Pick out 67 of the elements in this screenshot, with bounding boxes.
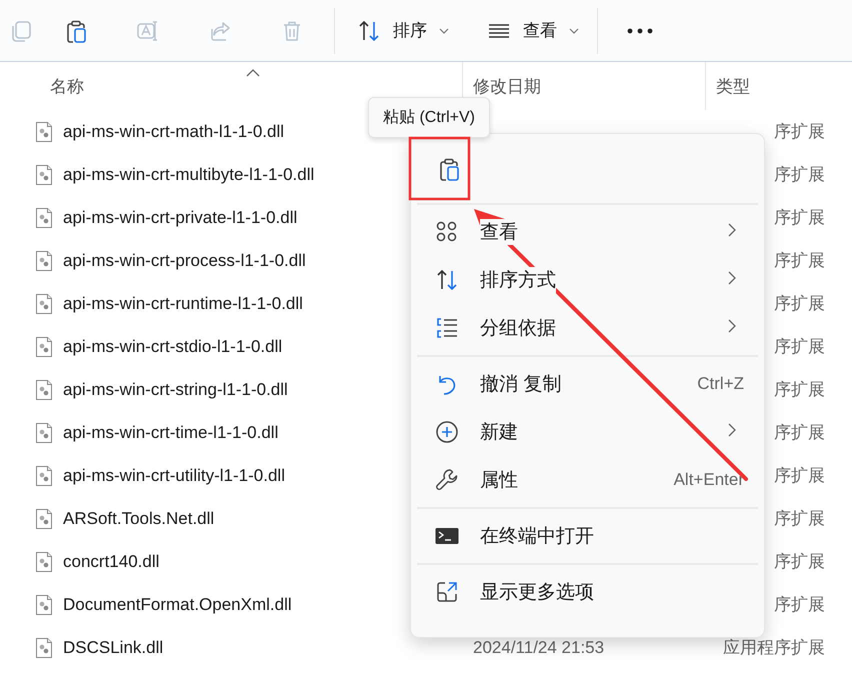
type-cell: 序扩展 <box>774 595 825 614</box>
file-name[interactable]: concrt140.dll <box>63 552 160 572</box>
type-cell: 序扩展 <box>774 251 825 270</box>
shortcut-label: Ctrl+Z <box>697 374 744 394</box>
file-name[interactable]: DocumentFormat.OpenXml.dll <box>63 594 292 614</box>
file-icon <box>35 164 53 186</box>
file-icon <box>35 422 53 444</box>
group-list-icon <box>435 316 459 340</box>
file-name[interactable]: api-ms-win-crt-time-l1-1-0.dll <box>63 422 278 442</box>
menu-item[interactable]: 新建 <box>415 408 760 456</box>
file-name[interactable]: api-ms-win-crt-multibyte-l1-1-0.dll <box>63 164 314 184</box>
type-cell: 序扩展 <box>774 380 825 399</box>
file-name[interactable]: api-ms-win-crt-runtime-l1-1-0.dll <box>63 294 303 314</box>
file-name[interactable]: api-ms-win-crt-stdio-l1-1-0.dll <box>63 336 282 356</box>
menu-item[interactable]: 排序方式 <box>415 256 760 304</box>
menu-item[interactable]: 属性 Alt+Enter <box>415 456 760 504</box>
view-menu-button[interactable]: 查看 <box>477 8 589 52</box>
file-icon <box>35 464 53 486</box>
sort-menu-button[interactable]: 排序 <box>347 8 459 52</box>
sort-icon <box>357 18 381 42</box>
file-name[interactable]: api-ms-win-crt-math-l1-1-0.dll <box>63 122 284 142</box>
shortcut-label: Alt+Enter <box>674 470 744 490</box>
file-name[interactable]: api-ms-win-crt-string-l1-1-0.dll <box>63 380 288 400</box>
file-icon <box>35 292 53 314</box>
paste-icon <box>437 157 461 181</box>
type-cell: 序扩展 <box>774 466 825 485</box>
file-icon <box>35 336 53 358</box>
file-icon <box>35 250 53 272</box>
chevron-down-icon <box>569 28 579 34</box>
file-name[interactable]: DSCSLink.dll <box>63 638 164 658</box>
file-icon <box>35 508 53 530</box>
type-cell: 应用程序扩展 <box>723 638 825 657</box>
type-cell: 序扩展 <box>774 337 825 356</box>
open-external-icon <box>435 580 459 604</box>
file-icon <box>35 550 53 572</box>
file-name[interactable]: api-ms-win-crt-process-l1-1-0.dll <box>63 250 306 270</box>
file-icon <box>35 120 53 142</box>
plus-circle-icon <box>435 420 459 444</box>
type-cell: 序扩展 <box>774 294 825 313</box>
file-icon <box>35 206 53 228</box>
type-cell: 序扩展 <box>774 165 825 184</box>
type-cell: 序扩展 <box>774 423 825 442</box>
file-name[interactable]: ARSoft.Tools.Net.dll <box>63 508 214 528</box>
type-cell: 序扩展 <box>774 552 825 571</box>
type-cell: 序扩展 <box>774 208 825 227</box>
paste-icon <box>64 18 88 42</box>
tooltip: 粘贴 (Ctrl+V) <box>368 97 490 138</box>
menu-item[interactable]: 在终端中打开 <box>415 512 760 560</box>
menu-item[interactable]: 撤消 复制 Ctrl+Z <box>415 360 760 408</box>
rename-icon <box>136 18 160 42</box>
type-cell: 序扩展 <box>774 122 825 141</box>
file-icon <box>35 594 53 616</box>
grid-icon <box>435 220 459 244</box>
menu-item[interactable]: 分组依据 <box>415 304 760 352</box>
chevron-down-icon <box>439 28 449 34</box>
file-name[interactable]: api-ms-win-crt-private-l1-1-0.dll <box>63 208 298 228</box>
date-cell: 2024/11/24 21:53 <box>473 638 604 656</box>
sort-icon <box>435 268 459 292</box>
file-icon <box>35 378 53 400</box>
more-icon <box>627 28 653 34</box>
wrench-icon <box>435 468 459 492</box>
menu-item[interactable]: 查看 <box>415 208 760 256</box>
menu-item[interactable]: 显示更多选项 <box>415 568 760 616</box>
type-cell: 序扩展 <box>774 509 825 528</box>
column-header[interactable]: 类型 <box>706 62 750 110</box>
file-name[interactable]: api-ms-win-crt-utility-l1-1-0.dll <box>63 466 285 486</box>
file-icon <box>35 636 53 658</box>
